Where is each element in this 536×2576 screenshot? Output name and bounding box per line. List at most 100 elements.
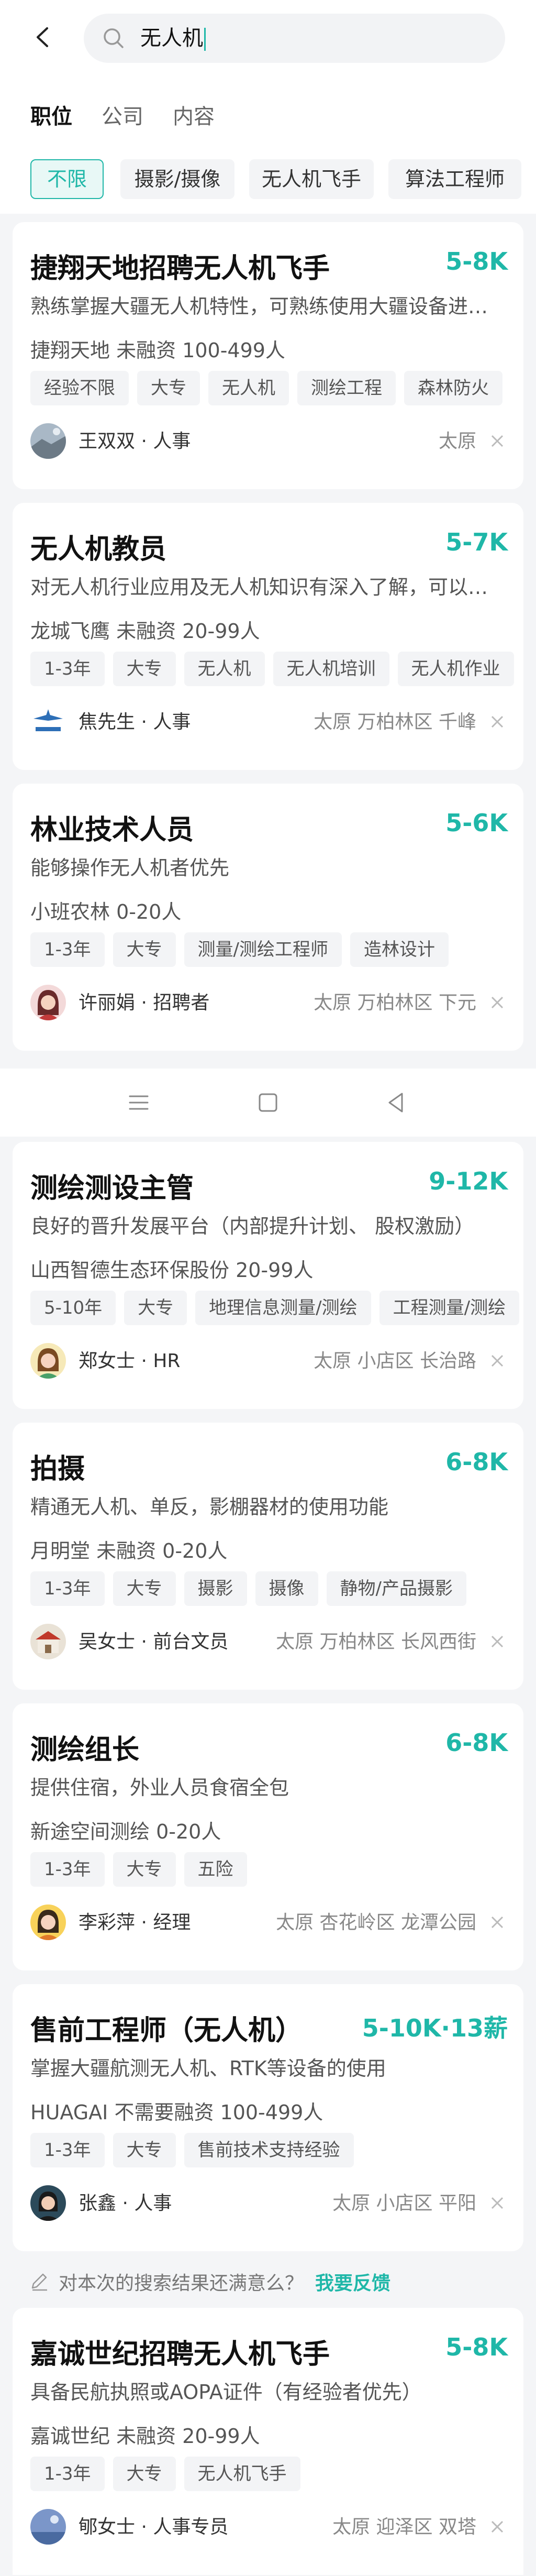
- job-card[interactable]: 林业技术人员 5-6K 能够操作无人机者优先 小班农林 0-20人 1-3年 大专…: [13, 784, 523, 1051]
- tag: 无人机: [184, 652, 265, 686]
- close-icon[interactable]: [489, 1914, 506, 1931]
- company-info: 月明堂 未融资 0-20人: [30, 1539, 228, 1562]
- tag: 大专: [113, 932, 176, 967]
- tag: 测量/测绘工程师: [184, 932, 342, 967]
- search-box[interactable]: 无人机: [84, 14, 505, 63]
- avatar: [30, 1905, 66, 1940]
- tag: 1-3年: [30, 1852, 105, 1887]
- recruiter-name: 郇女士 · 人事专员: [79, 2516, 229, 2538]
- job-location: 太原 迎泽区 双塔: [332, 2516, 476, 2538]
- job-card[interactable]: 售前工程师（无人机） 5-10K·13薪 掌握大疆航测无人机、RTK等设备的使用…: [13, 1984, 523, 2251]
- tag: 1-3年: [30, 652, 105, 686]
- avatar: [30, 423, 66, 459]
- tab-companies[interactable]: 公司: [102, 100, 143, 130]
- tag: 摄影: [184, 1571, 247, 1606]
- tag: 工程测量/测绘: [379, 1291, 520, 1325]
- filter-chip-all[interactable]: 不限: [30, 159, 104, 199]
- job-title: 林业技术人员: [30, 814, 194, 846]
- salary: 5-8K: [445, 2333, 508, 2361]
- tag: 大专: [113, 2133, 176, 2167]
- recruiter-name: 许丽娟 · 招聘者: [79, 992, 210, 1014]
- job-location: 太原 万柏林区 千峰: [314, 711, 476, 733]
- job-location: 太原 万柏林区 长风西街: [276, 1631, 476, 1653]
- salary: 6-8K: [445, 1729, 508, 1757]
- menu-icon[interactable]: [125, 1088, 153, 1117]
- job-description: 对无人机行业应用及无人机知识有深入了解，可以…: [30, 576, 488, 599]
- close-icon[interactable]: [489, 2195, 506, 2211]
- tab-jobs[interactable]: 职位: [30, 100, 72, 130]
- tag: 大专: [124, 1291, 187, 1325]
- job-location: 太原 小店区 长治路: [314, 1350, 476, 1372]
- job-title: 售前工程师（无人机）: [30, 2015, 303, 2046]
- tag: 静物/产品摄影: [326, 1571, 467, 1606]
- close-icon[interactable]: [489, 433, 506, 449]
- salary: 5-7K: [445, 528, 508, 556]
- recruiter-name: 王双双 · 人事: [79, 431, 191, 452]
- job-description: 具备民航执照或AOPA证件（有经验者优先）: [30, 2381, 422, 2404]
- home-icon[interactable]: [254, 1088, 282, 1117]
- tag: 大专: [113, 652, 176, 686]
- tag: 1-3年: [30, 1571, 105, 1606]
- close-icon[interactable]: [489, 1633, 506, 1650]
- company-info: 捷翔天地 未融资 100-499人: [30, 339, 285, 362]
- system-nav-bar: [0, 1069, 536, 1137]
- company-info: 龙城飞鹰 未融资 20-99人: [30, 620, 260, 643]
- avatar: [30, 2509, 66, 2545]
- close-icon[interactable]: [489, 713, 506, 730]
- salary: 6-8K: [445, 1448, 508, 1476]
- job-location: 太原 小店区 平阳: [332, 2193, 476, 2214]
- job-card[interactable]: 拍摄 6-8K 精通无人机、单反，影棚器材的使用功能 月明堂 未融资 0-20人…: [13, 1423, 523, 1690]
- avatar: [30, 1624, 66, 1659]
- job-description: 掌握大疆航测无人机、RTK等设备的使用: [30, 2057, 386, 2080]
- tag: 1-3年: [30, 2457, 105, 2491]
- salary: 5-6K: [445, 809, 508, 837]
- tag: 1-3年: [30, 932, 105, 967]
- company-info: 山西智德生态环保股份 20-99人: [30, 1259, 314, 1282]
- job-title: 拍摄: [30, 1454, 85, 1485]
- tab-content[interactable]: 内容: [173, 100, 215, 130]
- tag-list: 1-3年 大专 五险: [30, 1852, 255, 1888]
- job-card[interactable]: 测绘测设主管 9-12K 良好的晋升发展平台（内部提升计划、 股权激励） 山西智…: [13, 1142, 523, 1409]
- filter-chip-algorithm[interactable]: 算法工程师: [388, 159, 521, 199]
- salary: 5-8K: [445, 247, 508, 276]
- job-description: 熟练掌握大疆无人机特性，可熟练使用大疆设备进…: [30, 295, 488, 318]
- tag-list: 1-3年 大专 售前技术支持经验: [30, 2133, 362, 2168]
- recruiter-name: 郑女士 · HR: [79, 1350, 181, 1372]
- search-input[interactable]: 无人机: [140, 14, 206, 63]
- close-icon[interactable]: [489, 2518, 506, 2535]
- tag: 无人机作业: [397, 652, 514, 686]
- back-arrow-icon[interactable]: [30, 24, 57, 50]
- back-triangle-icon[interactable]: [382, 1088, 410, 1117]
- avatar: [30, 2185, 66, 2221]
- filter-chip-drone-pilot[interactable]: 无人机飞手: [249, 159, 374, 199]
- tag: 5-10年: [30, 1291, 116, 1325]
- job-location: 太原 杏花岭区 龙潭公园: [276, 1912, 476, 1933]
- company-info: 新途空间测绘 0-20人: [30, 1820, 221, 1843]
- feedback-link[interactable]: 我要反馈: [315, 2268, 390, 2295]
- tag: 摄像: [255, 1571, 318, 1606]
- tag: 大专: [113, 1852, 176, 1887]
- close-icon[interactable]: [489, 994, 506, 1011]
- company-logo-avatar: [30, 704, 66, 740]
- search-icon: [102, 26, 126, 50]
- job-description: 良好的晋升发展平台（内部提升计划、 股权激励）: [30, 1215, 475, 1238]
- tag: 1-3年: [30, 2133, 105, 2167]
- job-card[interactable]: 捷翔天地招聘无人机飞手 5-8K 熟练掌握大疆无人机特性，可熟练使用大疆设备进……: [13, 222, 523, 489]
- job-card[interactable]: 测绘组长 6-8K 提供住宿，外业人员食宿全包 新途空间测绘 0-20人 1-3…: [13, 1703, 523, 1970]
- tag: 大专: [113, 2457, 176, 2491]
- tag: 森林防火: [404, 371, 502, 405]
- job-title: 测绘组长: [30, 1734, 140, 1766]
- filter-chip-photography[interactable]: 摄影/摄像: [120, 159, 234, 199]
- tag: 地理信息测量/测绘: [195, 1291, 371, 1325]
- tag-list: 经验不限 大专 无人机 测绘工程 森林防火: [30, 371, 511, 406]
- filter-bar: 不限 摄影/摄像 无人机飞手 算法工程师: [0, 147, 536, 214]
- search-header: 无人机: [0, 0, 536, 79]
- search-feedback: 对本次的搜索结果还满意么？ 我要反馈: [0, 2252, 536, 2310]
- job-card[interactable]: 嘉诚世纪招聘无人机飞手 5-8K 具备民航执照或AOPA证件（有经验者优先） 嘉…: [13, 2308, 523, 2575]
- tag-list: 1-3年 大专 测量/测绘工程师 造林设计: [30, 932, 457, 968]
- job-title: 捷翔天地招聘无人机飞手: [30, 253, 330, 284]
- close-icon[interactable]: [489, 1352, 506, 1369]
- avatar: [30, 985, 66, 1020]
- edit-pencil-icon: [28, 2270, 50, 2292]
- job-card[interactable]: 无人机教员 5-7K 对无人机行业应用及无人机知识有深入了解，可以… 龙城飞鹰 …: [13, 503, 523, 770]
